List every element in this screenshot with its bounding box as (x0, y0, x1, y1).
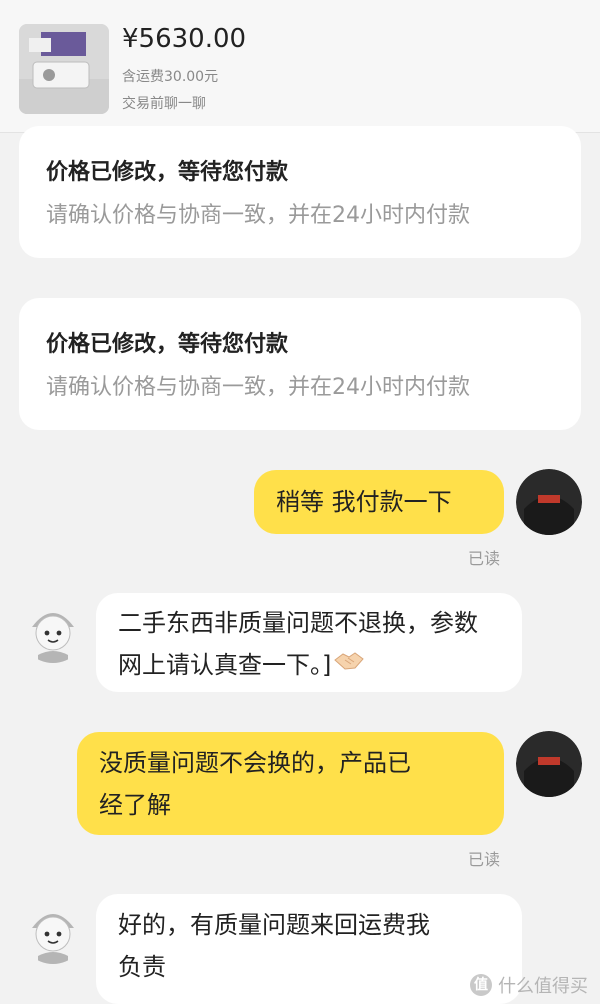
watermark: 值 什么值得买 (470, 972, 588, 998)
handshake-emoji-icon (333, 645, 365, 687)
my-avatar[interactable] (516, 731, 582, 797)
message-text-with-emoji: 网上请认真查一下。] (118, 644, 500, 687)
notice-title: 价格已修改，等待您付款 (46, 160, 289, 185)
notice-title: 价格已修改，等待您付款 (46, 332, 289, 357)
my-avatar[interactable] (516, 469, 582, 535)
seller-avatar[interactable] (20, 597, 86, 663)
seller-message-bubble[interactable]: 好的，有质量问题来回运费我 负责 (96, 894, 522, 1004)
message-text: 经了解 (99, 791, 171, 819)
notice-subtitle: 请确认价格与协商一致，并在24小时内付款 (46, 375, 470, 400)
read-status: 已读 (468, 549, 501, 568)
seller-avatar[interactable] (20, 898, 86, 964)
price-changed-notice: 价格已修改，等待您付款 请确认价格与协商一致，并在24小时内付款 (19, 126, 581, 258)
message-text: 负责 (118, 953, 166, 981)
seller-message-bubble[interactable]: 二手东西非质量问题不退换，参数 网上请认真查一下。] (96, 593, 522, 692)
product-thumbnail[interactable] (19, 24, 109, 114)
notice-subtitle: 请确认价格与协商一致，并在24小时内付款 (46, 203, 470, 228)
shipping-fee: 含运费30.00元 (122, 69, 219, 85)
product-price: ¥5630.00 (122, 24, 247, 54)
product-header[interactable]: ¥5630.00 含运费30.00元 交易前聊一聊 (0, 0, 600, 133)
price-changed-notice: 价格已修改，等待您付款 请确认价格与协商一致，并在24小时内付款 (19, 298, 581, 430)
message-text: 好的，有质量问题来回运费我 (118, 911, 430, 939)
message-text: 二手东西非质量问题不退换，参数 (118, 609, 478, 637)
message-text: 没质量问题不会换的，产品已 (99, 749, 411, 777)
read-status: 已读 (468, 850, 501, 869)
message-text: 网上请认真查一下。] (118, 651, 332, 679)
watermark-text: 什么值得买 (498, 976, 588, 997)
chat-prompt: 交易前聊一聊 (122, 96, 206, 112)
my-message-bubble[interactable]: 稍等 我付款一下 (254, 470, 504, 534)
watermark-badge-icon: 值 (470, 974, 492, 996)
message-text: 稍等 我付款一下 (276, 488, 452, 516)
my-message-bubble[interactable]: 没质量问题不会换的，产品已 经了解 (77, 732, 504, 835)
